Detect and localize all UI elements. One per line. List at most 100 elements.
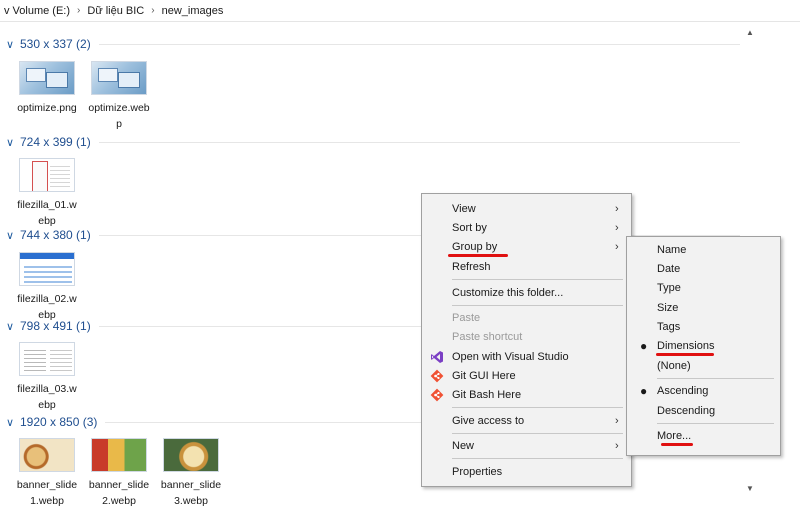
group-title: 798 x 491 (1): [20, 319, 91, 333]
submenu-item-ascending[interactable]: ● Ascending: [627, 381, 780, 400]
breadcrumb: v Volume (E:) › Dữ liệu BIC › new_images: [0, 0, 800, 22]
menu-divider: [452, 458, 623, 459]
menu-item-label: Type: [657, 281, 681, 294]
menu-item-label: Descending: [657, 404, 716, 417]
food-thumbnail: [163, 438, 219, 472]
breadcrumb-item-du-lieu-bic[interactable]: Dữ liệu BIC: [83, 5, 148, 17]
radio-bullet-icon: ●: [640, 383, 648, 398]
menu-item-refresh[interactable]: Refresh: [422, 257, 631, 276]
menu-item-git-bash[interactable]: Git Bash Here: [422, 385, 631, 404]
menu-item-label: Git GUI Here: [452, 369, 516, 382]
menu-divider: [452, 433, 623, 434]
git-icon: [430, 369, 444, 382]
submenu-item-none[interactable]: (None): [627, 356, 780, 375]
file-item[interactable]: filezilla_01.webp: [16, 158, 78, 229]
menu-item-label: Ascending: [657, 384, 709, 397]
menu-item-customize-folder[interactable]: Customize this folder...: [422, 283, 631, 302]
filezilla-thumbnail: [19, 252, 75, 286]
menu-item-label: Customize this folder...: [452, 286, 564, 299]
submenu-item-name[interactable]: Name: [627, 240, 780, 259]
menu-item-paste[interactable]: Paste: [422, 308, 631, 327]
file-item[interactable]: filezilla_03.webp: [16, 342, 78, 413]
file-item[interactable]: banner_slide2.webp: [88, 438, 150, 506]
submenu-item-type[interactable]: Type: [627, 278, 780, 297]
menu-item-label: Give access to: [452, 414, 525, 427]
group-divider: [98, 43, 740, 45]
menu-item-view[interactable]: View ›: [422, 199, 631, 218]
scroll-down-arrow-icon[interactable]: ▼: [746, 484, 754, 493]
menu-item-sort-by[interactable]: Sort by ›: [422, 218, 631, 237]
group-divider: [98, 141, 740, 143]
optimize-thumbnail: [91, 61, 147, 95]
file-item[interactable]: optimize.png: [16, 61, 78, 116]
menu-item-new[interactable]: New ›: [422, 436, 631, 455]
chevron-right-icon: ›: [151, 5, 155, 16]
annotation-underline: [661, 443, 693, 446]
git-icon: [430, 388, 444, 401]
menu-divider: [452, 279, 623, 280]
menu-item-git-gui[interactable]: Git GUI Here: [422, 366, 631, 385]
menu-item-open-visual-studio[interactable]: Open with Visual Studio: [422, 347, 631, 366]
chevron-right-icon: ›: [615, 221, 619, 234]
group-title: 744 x 380 (1): [20, 228, 91, 242]
file-name: optimize.webp: [88, 102, 150, 130]
submenu-item-date[interactable]: Date: [627, 259, 780, 278]
menu-item-properties[interactable]: Properties: [422, 462, 631, 481]
menu-item-label: Paste: [452, 311, 481, 324]
menu-item-label: Sort by: [452, 221, 487, 234]
submenu-item-descending[interactable]: Descending: [627, 401, 780, 420]
group-by-submenu: Name Date Type Size Tags ● Dimensions (N…: [626, 236, 781, 456]
submenu-item-size[interactable]: Size: [627, 298, 780, 317]
group-title: 1920 x 850 (3): [20, 415, 98, 429]
chevron-right-icon: ›: [77, 5, 81, 16]
menu-item-label: Dimensions: [657, 339, 715, 352]
menu-item-label: Paste shortcut: [452, 330, 523, 343]
chevron-down-icon[interactable]: ∨: [6, 229, 20, 242]
food-thumbnail: [19, 438, 75, 472]
menu-item-label: More...: [657, 429, 692, 442]
radio-bullet-icon: ●: [640, 338, 648, 353]
chevron-right-icon: ›: [615, 202, 619, 215]
file-item[interactable]: filezilla_02.webp: [16, 252, 78, 323]
file-name: banner_slide3.webp: [160, 479, 222, 506]
filezilla-thumbnail: [19, 158, 75, 192]
menu-item-label: Group by: [452, 240, 498, 253]
menu-item-label: Size: [657, 301, 679, 314]
group-title: 724 x 399 (1): [20, 135, 91, 149]
file-name: banner_slide2.webp: [88, 479, 150, 506]
chevron-right-icon: ›: [615, 240, 619, 253]
filezilla-thumbnail: [19, 342, 75, 376]
file-item[interactable]: banner_slide3.webp: [160, 438, 222, 506]
submenu-item-tags[interactable]: Tags: [627, 317, 780, 336]
menu-divider: [452, 407, 623, 408]
chevron-down-icon[interactable]: ∨: [6, 320, 20, 333]
menu-item-label: Refresh: [452, 260, 491, 273]
chevron-down-icon[interactable]: ∨: [6, 416, 20, 429]
menu-item-label: Git Bash Here: [452, 388, 522, 401]
menu-item-paste-shortcut[interactable]: Paste shortcut: [422, 327, 631, 346]
menu-item-label: New: [452, 439, 475, 452]
food-thumbnail: [91, 438, 147, 472]
scroll-up-arrow-icon[interactable]: ▲: [746, 28, 754, 37]
group-header[interactable]: ∨ 724 x 399 (1): [6, 133, 740, 151]
file-item[interactable]: banner_slide1.webp: [16, 438, 78, 506]
menu-item-label: Date: [657, 262, 681, 275]
file-item[interactable]: optimize.webp: [88, 61, 150, 132]
menu-divider: [452, 305, 623, 306]
menu-item-label: Tags: [657, 320, 681, 333]
chevron-down-icon[interactable]: ∨: [6, 38, 20, 51]
menu-divider: [657, 423, 774, 424]
context-menu: View › Sort by › Group by › Refresh Cust…: [421, 193, 632, 487]
group-header[interactable]: ∨ 530 x 337 (2): [6, 35, 740, 53]
visual-studio-icon: [431, 350, 443, 363]
menu-item-give-access[interactable]: Give access to ›: [422, 411, 631, 430]
chevron-right-icon: ›: [615, 439, 619, 452]
breadcrumb-item-volume[interactable]: v Volume (E:): [0, 5, 74, 17]
menu-item-label: Open with Visual Studio: [452, 350, 569, 363]
menu-item-label: View: [452, 202, 476, 215]
submenu-item-more[interactable]: More...: [627, 426, 780, 445]
menu-divider: [657, 378, 774, 379]
chevron-right-icon: ›: [615, 414, 619, 427]
breadcrumb-item-new-images[interactable]: new_images: [158, 5, 228, 17]
chevron-down-icon[interactable]: ∨: [6, 136, 20, 149]
